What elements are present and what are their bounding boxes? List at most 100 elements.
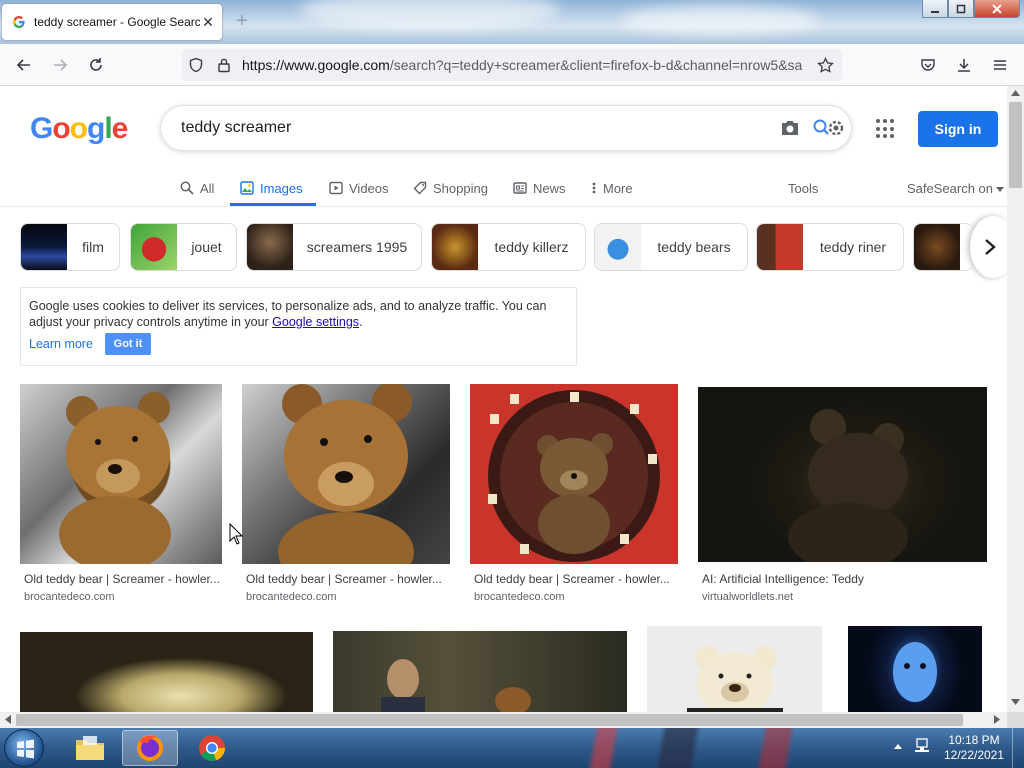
url-host: https://www.google.com [242,57,390,73]
pocket-icon[interactable] [916,53,940,77]
result-thumbnail[interactable] [242,384,450,564]
google-logo[interactable]: Google [30,112,129,146]
menu-hamburger-icon[interactable] [988,53,1012,77]
url-bar[interactable]: https://www.google.com/search?q=teddy+sc… [182,49,842,81]
chip-partial[interactable] [913,223,973,271]
wallpaper-cloud [300,0,560,30]
scroll-down-arrow-icon[interactable] [1011,698,1020,709]
learn-more-link[interactable]: Learn more [29,336,93,352]
result-thumbnail[interactable] [20,632,313,712]
file-explorer-icon[interactable] [62,730,118,766]
horizontal-scrollbar[interactable] [0,712,1007,728]
url-path: /search?q=teddy+screamer&client=firefox-… [389,57,803,73]
chip-label: film [82,239,104,255]
tab-close-button[interactable]: ✕ [200,14,216,31]
result-thumbnail[interactable] [647,626,822,712]
tab-images[interactable]: Images [240,176,303,200]
new-tab-button[interactable]: + [236,10,248,33]
image-result[interactable] [647,626,822,712]
tools-button[interactable]: Tools [788,176,818,200]
show-desktop-button[interactable] [1012,728,1024,768]
image-result[interactable]: Old teddy bear | Screamer - howler... br… [470,384,678,606]
tab-more[interactable]: More [591,176,633,200]
logo-letter: g [87,112,105,145]
search-type-tabs: All Images Videos Shopping News More Too… [0,172,1007,206]
image-result[interactable]: Old teddy bear | Screamer - howler... br… [20,384,222,606]
image-result[interactable] [20,632,313,712]
chip-film[interactable]: film [20,223,120,271]
wallpaper-cloud [620,5,820,35]
tab-label: Shopping [433,180,488,196]
result-title[interactable]: Old teddy bear | Screamer - howler... [24,572,220,586]
reload-icon[interactable] [84,53,108,77]
safesearch-button[interactable]: SafeSearch on [907,176,1005,200]
tab-shopping[interactable]: Shopping [413,176,488,200]
forward-arrow-icon[interactable] [48,53,72,77]
cookie-notice: Google uses cookies to deliver its servi… [20,287,577,366]
sign-in-button[interactable]: Sign in [918,111,998,147]
lock-icon[interactable] [210,57,238,73]
google-settings-link[interactable]: Google settings [272,315,359,329]
chip-teddy-bears[interactable]: teddy bears [594,223,748,271]
close-window-button[interactable] [974,0,1020,18]
image-result[interactable] [333,631,627,712]
chip-thumbnail [914,224,960,270]
video-play-icon [329,181,343,195]
got-it-button[interactable]: Got it [105,333,151,355]
taskbar-clock[interactable]: 10:18 PM 12/22/2021 [940,733,1008,763]
result-source: brocantedeco.com [246,591,337,603]
tracking-shield-icon[interactable] [182,57,210,73]
scroll-up-arrow-icon[interactable] [1011,88,1020,99]
tab-all[interactable]: All [180,176,214,200]
image-result[interactable]: AI: Artificial Intelligence: Teddy virtu… [698,387,987,609]
browser-tab[interactable]: teddy screamer - Google Search ✕ [2,4,222,40]
news-icon [513,181,527,195]
chip-screamers-1995[interactable]: screamers 1995 [246,223,422,271]
chip-label: jouet [191,239,222,255]
logo-letter: e [111,112,129,145]
chip-teddy-riner[interactable]: teddy riner [756,223,904,271]
network-icon[interactable] [914,737,932,758]
clock-time: 10:18 PM [948,733,1000,747]
tab-news[interactable]: News [513,176,566,200]
bookmark-star-icon[interactable] [808,56,842,74]
search-input[interactable]: teddy screamer [160,105,852,151]
chip-jouet[interactable]: jouet [130,223,237,271]
back-arrow-icon[interactable] [12,53,36,77]
google-apps-icon[interactable] [876,119,896,139]
chip-label: screamers 1995 [306,239,408,255]
horizontal-scroll-thumb[interactable] [16,714,963,726]
show-hidden-icons-icon[interactable] [894,740,902,752]
scroll-right-arrow-icon[interactable] [994,715,1001,727]
result-thumbnail[interactable] [470,384,678,564]
result-title[interactable]: AI: Artificial Intelligence: Teddy [702,572,985,586]
result-title[interactable]: Old teddy bear | Screamer - howler... [246,572,448,586]
firefox-taskbar-icon[interactable] [122,730,178,766]
result-thumbnail[interactable] [698,387,987,562]
result-thumbnail[interactable] [20,384,222,564]
camera-icon[interactable] [773,119,807,137]
image-result[interactable]: Old teddy bear | Screamer - howler... br… [242,384,450,606]
result-title[interactable]: Old teddy bear | Screamer - howler... [474,572,676,586]
chip-teddy-killerz[interactable]: teddy killerz [431,223,586,271]
window-controls [922,0,1020,20]
chip-thumbnail [432,224,478,270]
tab-label: Images [260,180,303,196]
chrome-taskbar-icon[interactable] [184,730,240,766]
search-settings-icon[interactable] [807,117,851,139]
image-result[interactable] [848,626,982,712]
scroll-left-arrow-icon[interactable] [4,715,11,727]
maximize-button[interactable] [948,0,974,18]
vertical-scroll-thumb[interactable] [1009,102,1022,188]
tab-label: All [200,180,215,196]
browser-nav-bar: https://www.google.com/search?q=teddy+sc… [0,44,1024,86]
start-button[interactable] [4,729,44,767]
logo-letter: l [104,112,112,145]
caret-down-icon [996,181,1005,196]
minimize-button[interactable] [922,0,948,18]
result-thumbnail[interactable] [848,626,982,712]
vertical-scrollbar[interactable] [1007,86,1024,712]
tab-videos[interactable]: Videos [329,176,389,200]
result-thumbnail[interactable] [333,631,627,712]
downloads-icon[interactable] [952,53,976,77]
